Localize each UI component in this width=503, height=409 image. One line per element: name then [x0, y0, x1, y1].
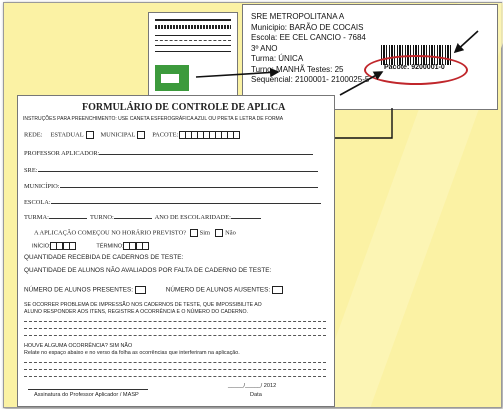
ausentes-label: NÚMERO DE ALUNOS AUSENTES:	[165, 286, 271, 294]
ausentes-box[interactable]	[272, 286, 284, 294]
form-instructions: INSTRUÇÕES PARA PREENCHIMENTO: USE CANET…	[23, 116, 284, 122]
arrow-to-pacote	[339, 71, 384, 96]
turma-field[interactable]	[48, 213, 87, 219]
professor-field[interactable]	[99, 149, 314, 155]
nao-checkbox[interactable]	[215, 229, 224, 237]
problema-line-1: SE OCORRER PROBLEMA DE IMPRESSÃO NOS CAD…	[24, 302, 262, 308]
nao-label: Não	[225, 229, 236, 237]
form-title: FORMULÁRIO DE CONTROLE DE APLICA	[82, 102, 286, 113]
data-label: Data	[250, 392, 262, 398]
ano-label: ANO DE ESCOLARIDADE:	[154, 214, 231, 221]
sim-checkbox[interactable]	[189, 229, 198, 237]
sre-label: SRE:	[24, 167, 38, 174]
municipal-label: MUNICIPAL	[100, 131, 136, 139]
turno-field[interactable]	[113, 213, 152, 219]
horario-row: A APLICAÇÃO COMEÇOU NO HORÁRIO PREVISTO?…	[34, 229, 236, 237]
dashed-line	[24, 328, 326, 329]
escola-row: ESCOLA:	[24, 198, 321, 206]
termino-boxes[interactable]: :	[122, 242, 150, 250]
inicio-label: INÍCIO:	[32, 243, 51, 250]
ano-field[interactable]	[230, 213, 261, 219]
sim-label: Sim	[199, 229, 210, 237]
relate-label: Relate no espaço abaixo e no verso da fo…	[24, 350, 240, 356]
municipio-row: MUNICÍPIO:	[24, 182, 318, 190]
recebida-row: QUANTIDADE RECEBIDA DE CADERNOS DE TESTE…	[24, 254, 183, 261]
pacote-boxes[interactable]	[178, 131, 240, 139]
nao-avaliados-row: QUANTIDADE DE ALUNOS NÃO AVALIADOS POR F…	[24, 267, 271, 274]
escola-field[interactable]	[50, 198, 321, 204]
dashed-line	[24, 376, 326, 377]
dashed-line	[24, 369, 326, 370]
problema-line-2: ALUNO RESPONDER AOS ITENS, REGISTRE A OC…	[24, 309, 248, 315]
nao-avaliados-label: QUANTIDADE DE ALUNOS NÃO AVALIADOS POR F…	[24, 267, 272, 274]
escola-label: ESCOLA:	[24, 199, 51, 206]
horario-label: A APLICAÇÃO COMEÇOU NO HORÁRIO PREVISTO?	[34, 229, 187, 237]
arrow-to-barcode	[453, 30, 479, 54]
pacote-label: PACOTE:	[152, 131, 179, 139]
ocorrencia-label: HOUVE ALGUMA OCORRÊNCIA? SIM NÃO	[24, 343, 133, 349]
estadual-checkbox[interactable]	[85, 131, 94, 139]
turno-label: TURNO:	[89, 214, 114, 221]
sre-field[interactable]	[37, 166, 318, 172]
control-form: FORMULÁRIO DE CONTROLE DE APLICA INSTRUÇ…	[17, 95, 335, 407]
alunos-row: NÚMERO DE ALUNOS PRESENTES: NÚMERO DE AL…	[24, 286, 285, 294]
presentes-label: NÚMERO DE ALUNOS PRESENTES:	[24, 286, 134, 294]
municipio-label: MUNICÍPIO:	[24, 183, 60, 190]
turma-row: TURMA: TURNO: ANO DE ESCOLARIDADE:	[24, 213, 261, 221]
dashed-line	[24, 335, 326, 336]
termino-label: TÉRMINO:	[96, 243, 124, 250]
recebida-label: QUANTIDADE RECEBIDA DE CADERNOS DE TESTE…	[24, 254, 184, 261]
time-row: INÍCIO:: TÉRMINO::	[32, 242, 150, 250]
signature-line[interactable]	[28, 389, 148, 390]
date-field[interactable]: _____/_____/ 2012	[228, 383, 276, 389]
sre-row: SRE:	[24, 166, 318, 174]
rede-row: REDE: ESTADUAL MUNICIPAL PACOTE:	[24, 131, 240, 139]
arrow-to-label	[195, 67, 280, 78]
turma-label: TURMA:	[24, 214, 49, 221]
rede-label: REDE:	[24, 131, 43, 139]
professor-label: PROFESSOR APLICADOR:	[24, 150, 100, 157]
professor-row: PROFESSOR APLICADOR:	[24, 149, 314, 157]
estadual-label: ESTADUAL	[50, 131, 84, 139]
presentes-box[interactable]	[135, 286, 147, 294]
inicio-boxes[interactable]: :	[49, 242, 77, 250]
assinatura-label: Assinatura do Professor Aplicador / MASP	[34, 392, 139, 398]
municipal-checkbox[interactable]	[137, 131, 146, 139]
dashed-line	[24, 321, 326, 322]
dashed-line	[24, 362, 326, 363]
municipio-field[interactable]	[59, 182, 318, 188]
